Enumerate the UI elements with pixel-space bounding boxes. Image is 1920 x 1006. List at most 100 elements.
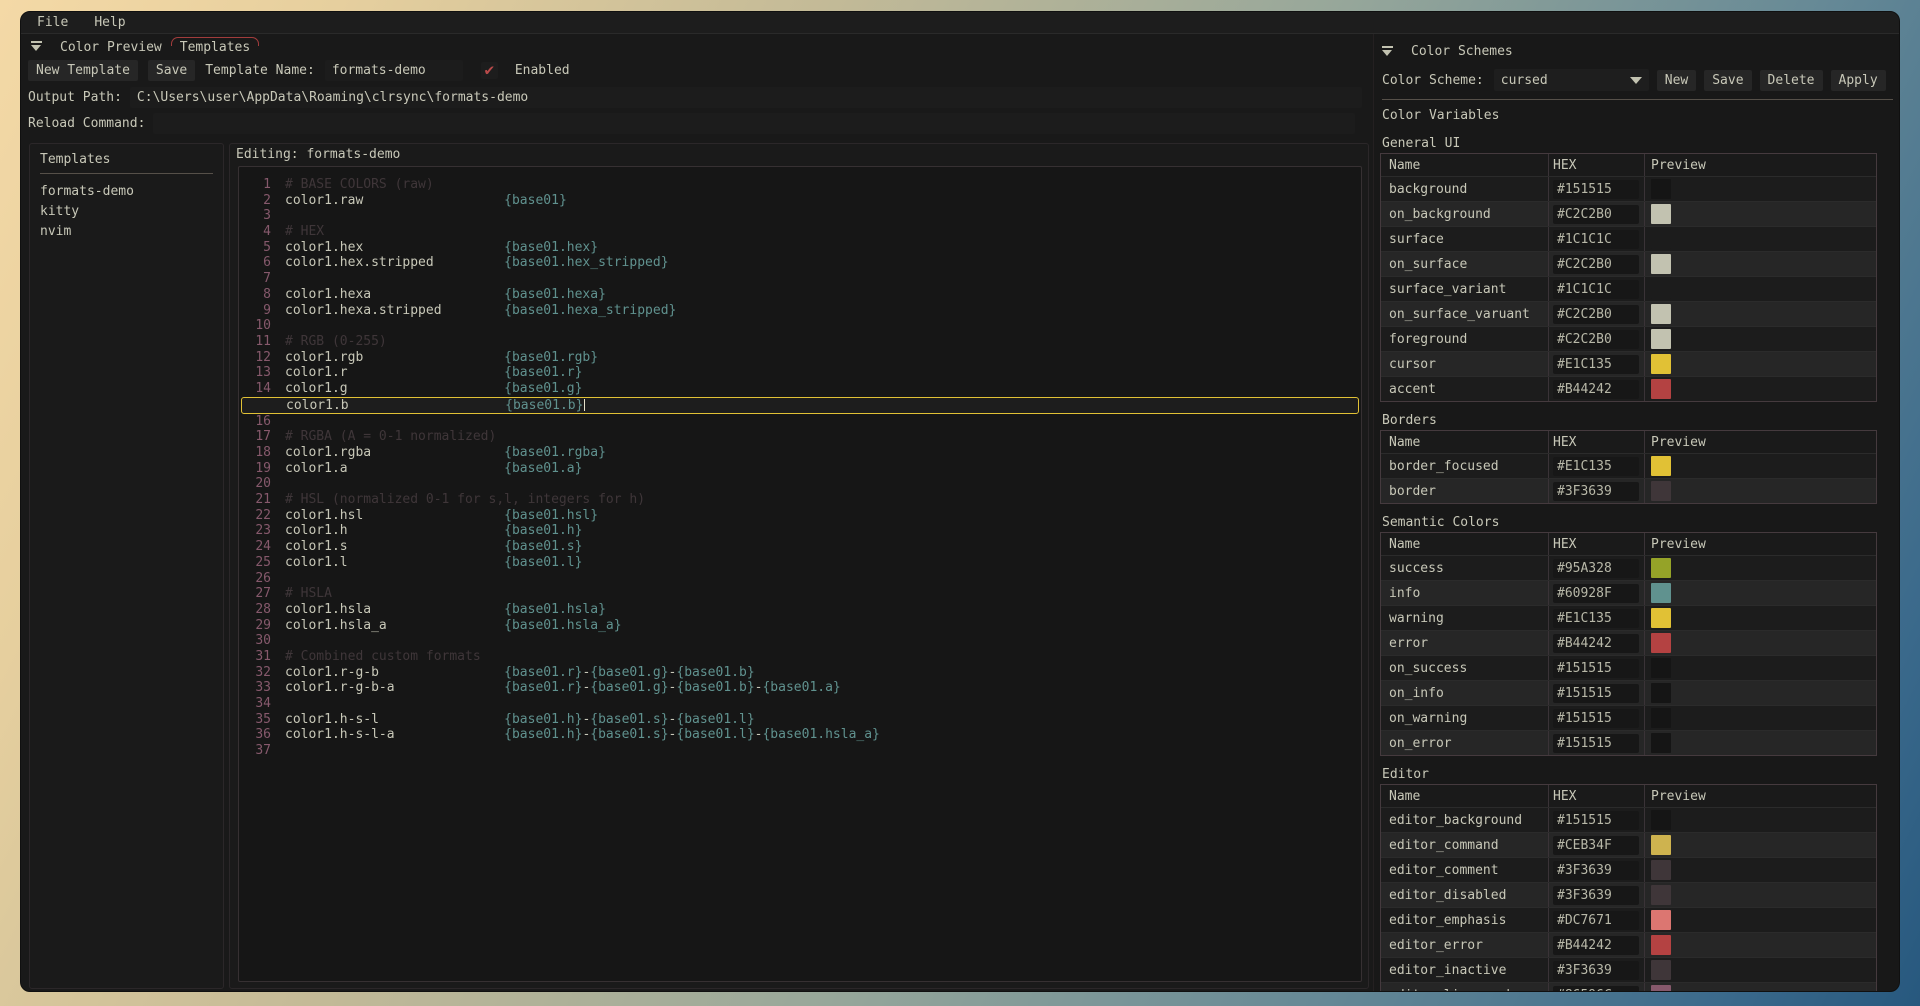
template-list-item[interactable]: formats-demo — [40, 182, 213, 202]
color-swatch[interactable] — [1651, 379, 1671, 399]
color-hex-input[interactable]: #E1C135 — [1553, 355, 1639, 374]
color-swatch[interactable] — [1651, 558, 1671, 578]
editor-active-line[interactable]: color1.b {base01.b} — [241, 397, 1359, 414]
editor-line[interactable]: 11# RGB (0-255) — [239, 334, 1361, 350]
color-hex-input[interactable]: #C2C2B0 — [1553, 255, 1639, 274]
editor-line[interactable]: 10 — [239, 318, 1361, 334]
color-swatch[interactable] — [1651, 733, 1671, 753]
color-hex-input[interactable]: #C2C2B0 — [1553, 330, 1639, 349]
color-hex-input[interactable]: #151515 — [1553, 811, 1639, 830]
color-hex-input[interactable]: #151515 — [1553, 659, 1639, 678]
editor-line[interactable]: 12color1.rgb {base01.rgb} — [239, 350, 1361, 366]
reload-command-input[interactable] — [153, 113, 1355, 134]
color-hex-input[interactable]: #B44242 — [1553, 936, 1639, 955]
editor-line[interactable]: 5color1.hex {base01.hex} — [239, 240, 1361, 256]
enabled-checkbox[interactable]: ✔ — [481, 62, 498, 79]
color-scheme-select[interactable]: cursed — [1494, 69, 1649, 91]
color-hex-input[interactable]: #3F3639 — [1553, 961, 1639, 980]
editor-line[interactable]: 23color1.h {base01.h} — [239, 523, 1361, 539]
color-swatch[interactable] — [1651, 935, 1671, 955]
color-swatch[interactable] — [1651, 204, 1671, 224]
editor-line[interactable]: 24color1.s {base01.s} — [239, 539, 1361, 555]
editor-line[interactable]: 27# HSLA — [239, 586, 1361, 602]
color-hex-input[interactable]: #3F3639 — [1553, 886, 1639, 905]
scheme-new-button[interactable]: New — [1657, 70, 1696, 91]
editor-line[interactable]: 33color1.r-g-b-a {base01.r}-{base01.g}-{… — [239, 680, 1361, 696]
color-hex-input[interactable]: #151515 — [1553, 734, 1639, 753]
editor-line[interactable]: 35color1.h-s-l {base01.h}-{base01.s}-{ba… — [239, 712, 1361, 728]
editor-line[interactable]: 26 — [239, 571, 1361, 587]
editor-line[interactable]: 2color1.raw {base01} — [239, 193, 1361, 209]
editor-line[interactable]: 4# HEX — [239, 224, 1361, 240]
collapse-arrow-icon[interactable] — [31, 41, 42, 51]
color-hex-input[interactable]: #95A328 — [1553, 559, 1639, 578]
editor-line[interactable]: 18color1.rgba {base01.rgba} — [239, 445, 1361, 461]
color-swatch[interactable] — [1651, 304, 1671, 324]
menu-item-help[interactable]: Help — [94, 15, 125, 30]
editor-line[interactable]: 13color1.r {base01.r} — [239, 365, 1361, 381]
color-hex-input[interactable]: #151515 — [1553, 684, 1639, 703]
editor-line[interactable]: 25color1.l {base01.l} — [239, 555, 1361, 571]
color-swatch[interactable] — [1651, 583, 1671, 603]
editor-line[interactable]: 29color1.hsla_a {base01.hsla_a} — [239, 618, 1361, 634]
editor-line[interactable]: 14color1.g {base01.g} — [239, 381, 1361, 397]
editor-line[interactable]: 8color1.hexa {base01.hexa} — [239, 287, 1361, 303]
editor-line[interactable]: 31# Combined custom formats — [239, 649, 1361, 665]
color-swatch[interactable] — [1651, 229, 1671, 249]
color-hex-input[interactable]: #1C1C1C — [1553, 280, 1639, 299]
color-hex-input[interactable]: #C2C2B0 — [1553, 305, 1639, 324]
color-swatch[interactable] — [1651, 885, 1671, 905]
editor-line[interactable]: 19color1.a {base01.a} — [239, 461, 1361, 477]
color-swatch[interactable] — [1651, 633, 1671, 653]
color-hex-input[interactable]: #3F3639 — [1553, 861, 1639, 880]
editor-line[interactable]: 22color1.hsl {base01.hsl} — [239, 508, 1361, 524]
editor-line[interactable]: 32color1.r-g-b {base01.r}-{base01.g}-{ba… — [239, 665, 1361, 681]
editor-line[interactable]: 1# BASE COLORS (raw) — [239, 177, 1361, 193]
editor-line[interactable]: 37 — [239, 743, 1361, 759]
save-template-button[interactable]: Save — [148, 60, 195, 81]
color-swatch[interactable] — [1651, 658, 1671, 678]
editor-line[interactable]: 17# RGBA (A = 0-1 normalized) — [239, 429, 1361, 445]
color-hex-input[interactable]: #60928F — [1553, 584, 1639, 603]
color-hex-input[interactable]: #B44242 — [1553, 634, 1639, 653]
color-hex-input[interactable]: #C2C2B0 — [1553, 205, 1639, 224]
editor-line[interactable]: 34 — [239, 696, 1361, 712]
tab-templates[interactable]: Templates — [171, 37, 259, 59]
color-swatch[interactable] — [1651, 683, 1671, 703]
color-hex-input[interactable]: #DC7671 — [1553, 911, 1639, 930]
template-list-item[interactable]: kitty — [40, 202, 213, 222]
editor-lines[interactable]: 1# BASE COLORS (raw)2color1.raw {base01}… — [238, 166, 1362, 982]
color-swatch[interactable] — [1651, 910, 1671, 930]
color-swatch[interactable] — [1651, 835, 1671, 855]
scheme-save-button[interactable]: Save — [1704, 70, 1751, 91]
new-template-button[interactable]: New Template — [28, 60, 138, 81]
color-swatch[interactable] — [1651, 985, 1671, 992]
color-swatch[interactable] — [1651, 279, 1671, 299]
color-swatch[interactable] — [1651, 254, 1671, 274]
color-hex-input[interactable]: #B44242 — [1553, 380, 1639, 399]
editor-line[interactable]: 16 — [239, 414, 1361, 430]
color-hex-input[interactable]: #86596C — [1553, 986, 1639, 993]
color-swatch[interactable] — [1651, 960, 1671, 980]
color-swatch[interactable] — [1651, 608, 1671, 628]
color-hex-input[interactable]: #1C1C1C — [1553, 230, 1639, 249]
editor-line[interactable]: 28color1.hsla {base01.hsla} — [239, 602, 1361, 618]
color-swatch[interactable] — [1651, 810, 1671, 830]
color-swatch[interactable] — [1651, 708, 1671, 728]
editor-line[interactable]: 9color1.hexa.stripped {base01.hexa_strip… — [239, 303, 1361, 319]
editor-line[interactable]: 36color1.h-s-l-a {base01.h}-{base01.s}-{… — [239, 727, 1361, 743]
color-hex-input[interactable]: #151515 — [1553, 180, 1639, 199]
color-hex-input[interactable]: #3F3639 — [1553, 482, 1639, 501]
color-swatch[interactable] — [1651, 329, 1671, 349]
collapse-arrow-icon[interactable] — [1382, 46, 1393, 56]
scheme-apply-button[interactable]: Apply — [1831, 70, 1886, 91]
output-path-input[interactable] — [130, 87, 1362, 108]
color-swatch[interactable] — [1651, 179, 1671, 199]
editor-line[interactable]: 20 — [239, 476, 1361, 492]
tab-color-preview[interactable]: Color Preview — [51, 37, 171, 59]
editor-line[interactable]: 7 — [239, 271, 1361, 287]
color-hex-input[interactable]: #151515 — [1553, 709, 1639, 728]
color-swatch[interactable] — [1651, 456, 1671, 476]
template-name-input[interactable] — [325, 60, 463, 81]
color-swatch[interactable] — [1651, 354, 1671, 374]
